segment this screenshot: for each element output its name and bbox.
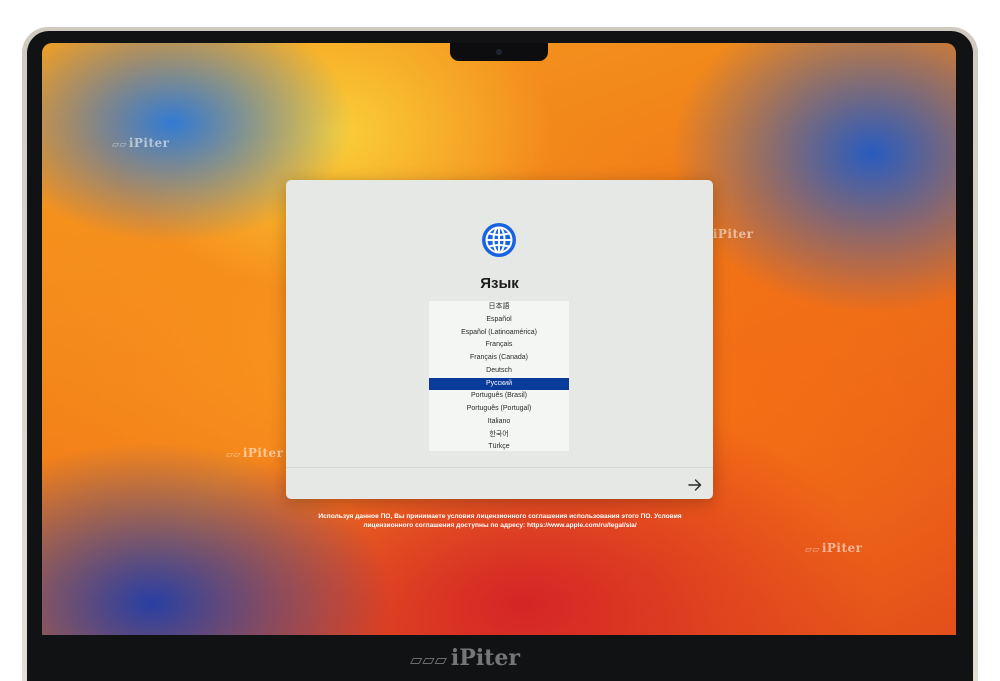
- arrow-right-icon: [688, 479, 702, 491]
- language-list[interactable]: 日本語 Español Español (Latinoamérica) Françai…: [429, 301, 569, 451]
- language-option[interactable]: Français: [429, 339, 569, 352]
- language-option[interactable]: Português (Brasil): [429, 390, 569, 403]
- camera-icon: [496, 49, 502, 55]
- language-option[interactable]: 日本語: [429, 301, 569, 314]
- watermark: ▱▱iPiter: [805, 541, 863, 555]
- dialog-title: Язык: [480, 275, 519, 292]
- continue-button[interactable]: [686, 476, 704, 494]
- watermark-logo: ▱▱▱ iPiter: [410, 645, 520, 671]
- license-link-line: лицензионного соглашения доступны по адр…: [363, 522, 637, 529]
- language-option[interactable]: Português (Portugal): [429, 403, 569, 416]
- language-option[interactable]: Deutsch: [429, 365, 569, 378]
- language-option[interactable]: Español (Latinoamérica): [429, 327, 569, 340]
- watermark: ▱▱iPiter: [226, 446, 284, 460]
- globe-icon: [482, 223, 516, 257]
- divider: [286, 467, 713, 468]
- language-option[interactable]: Español: [429, 314, 569, 327]
- watermark: ▱▱iPiter: [112, 136, 170, 150]
- language-option[interactable]: Türkçe: [429, 441, 569, 451]
- language-dialog: Язык 日本語 Español Español (Latinoamérica) Fr…: [286, 180, 713, 499]
- language-option[interactable]: 한국어: [429, 429, 569, 442]
- language-option-selected[interactable]: Русский: [429, 377, 569, 391]
- license-notice: Используя данное ПО, Вы принимаете услов…: [292, 512, 708, 530]
- language-option[interactable]: Français (Canada): [429, 352, 569, 365]
- license-line: Используя данное ПО, Вы принимаете услов…: [318, 513, 682, 520]
- language-option[interactable]: Italiano: [429, 416, 569, 429]
